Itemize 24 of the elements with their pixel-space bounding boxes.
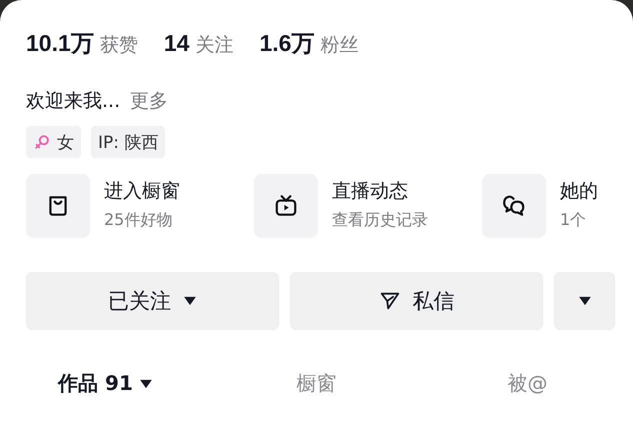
more-link[interactable]: 更多 [130, 88, 168, 114]
follow-button[interactable]: 已关注 [26, 272, 279, 330]
female-icon [33, 133, 51, 151]
stat-count: 1.6万 粉丝 [259, 29, 358, 58]
message-button[interactable]: 私信 [290, 272, 543, 330]
shortcut-title: 进入橱窗 [104, 179, 180, 204]
shortcut-subtitle: 查看历史记录 [332, 210, 428, 231]
content-tab[interactable]: 作品 91 [58, 370, 153, 397]
profile-tag: IP: 陕西 [91, 126, 166, 158]
shortcut-subtitle: 1个 [560, 210, 588, 231]
caret-icon [578, 295, 592, 307]
shortcut-tile[interactable] [482, 174, 546, 238]
send-icon [378, 290, 400, 312]
caret-icon [183, 295, 197, 307]
stat-count: 10.1万 获赞 [26, 29, 138, 58]
shortcut-title: 她的 [560, 179, 598, 204]
profile-tag: 女 [26, 126, 81, 158]
shortcut-tile[interactable] [254, 174, 318, 238]
shortcut-subtitle: 25件好物 [104, 210, 174, 231]
tv-icon [273, 193, 299, 219]
shortcut-tile[interactable] [26, 174, 90, 238]
shortcut-title: 直播动态 [332, 179, 409, 204]
bio-text: 欢迎来我... [26, 89, 120, 114]
stat-count: 14 关注 [164, 30, 234, 58]
